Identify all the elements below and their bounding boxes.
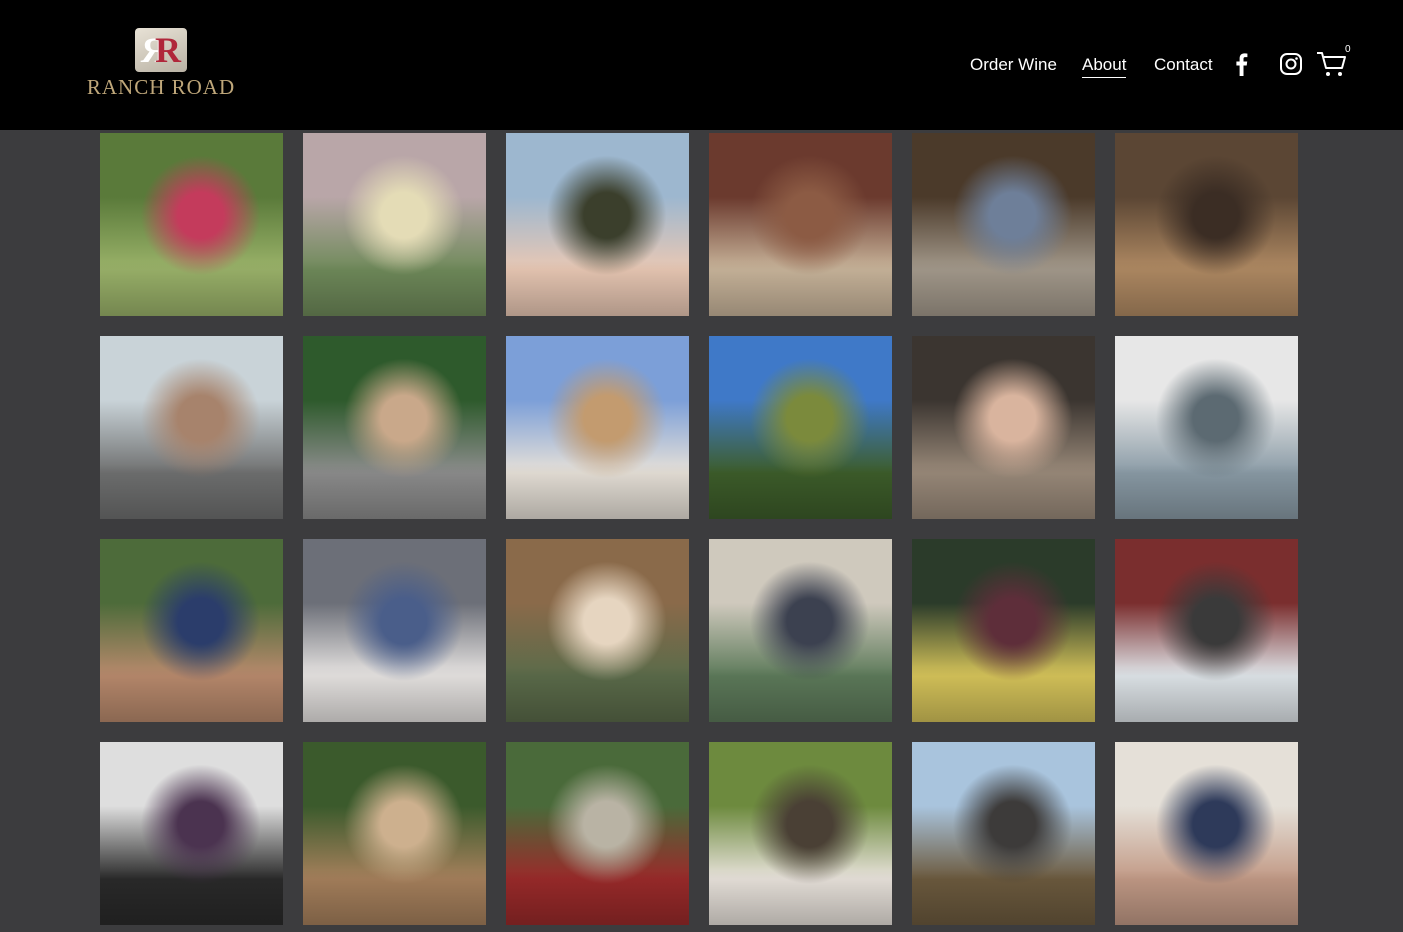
site-header: RR RANCH ROAD Order Wine About Contact 0	[0, 0, 1403, 130]
logo-wordmark: RANCH ROAD	[86, 75, 236, 99]
ranch-road-logo[interactable]: RR RANCH ROAD	[66, 28, 256, 99]
white-wine-glass-sunset-photo[interactable]	[303, 133, 486, 316]
woman-on-trail-with-dog-photo[interactable]	[303, 742, 486, 925]
harvest-trailer-photo[interactable]	[303, 336, 486, 519]
barrel-rack-photo[interactable]	[709, 133, 892, 316]
hillside-vineyard-photo[interactable]	[709, 336, 892, 519]
nav-contact[interactable]: Contact	[1154, 55, 1213, 75]
four-friends-toasting-photo[interactable]	[506, 539, 689, 722]
shopping-cart-icon[interactable]	[1316, 50, 1348, 83]
cart-count-badge: 0	[1345, 44, 1351, 55]
group-toasting-outdoors-photo[interactable]	[100, 336, 283, 519]
man-drinking-from-bota-photo[interactable]	[100, 539, 283, 722]
man-on-atv-photo[interactable]	[506, 742, 689, 925]
ranch-road-wine-bottle-photo[interactable]	[506, 133, 689, 316]
couple-smiling-photo[interactable]	[506, 336, 689, 519]
three-friends-photo[interactable]	[303, 539, 486, 722]
grapes-sunlight-photo[interactable]	[912, 539, 1095, 722]
couple-selfie-photo[interactable]	[1115, 742, 1298, 925]
man-tasting-red-wine-photo[interactable]	[1115, 336, 1298, 519]
photo-gallery-grid	[100, 133, 1298, 925]
women-group-tasting-room-photo[interactable]	[912, 336, 1095, 519]
nav-order-wine[interactable]: Order Wine	[970, 55, 1057, 75]
woman-in-barrel-room-photo[interactable]	[1115, 133, 1298, 316]
young-man-cowboy-hat-photo[interactable]	[709, 539, 892, 722]
man-with-wine-glass-photo[interactable]	[912, 133, 1095, 316]
woman-lounging-vineyard-photo[interactable]	[100, 133, 283, 316]
instagram-icon[interactable]	[1279, 52, 1303, 81]
facebook-icon[interactable]	[1233, 52, 1249, 81]
crush-pad-workers-photo[interactable]	[100, 742, 283, 925]
rr-monogram-icon: RR	[135, 28, 187, 72]
woman-on-deck-photo[interactable]	[912, 742, 1095, 925]
family-in-vineyard-photo[interactable]	[709, 742, 892, 925]
two-men-red-wine-photo[interactable]	[1115, 539, 1298, 722]
nav-about[interactable]: About	[1082, 55, 1127, 78]
